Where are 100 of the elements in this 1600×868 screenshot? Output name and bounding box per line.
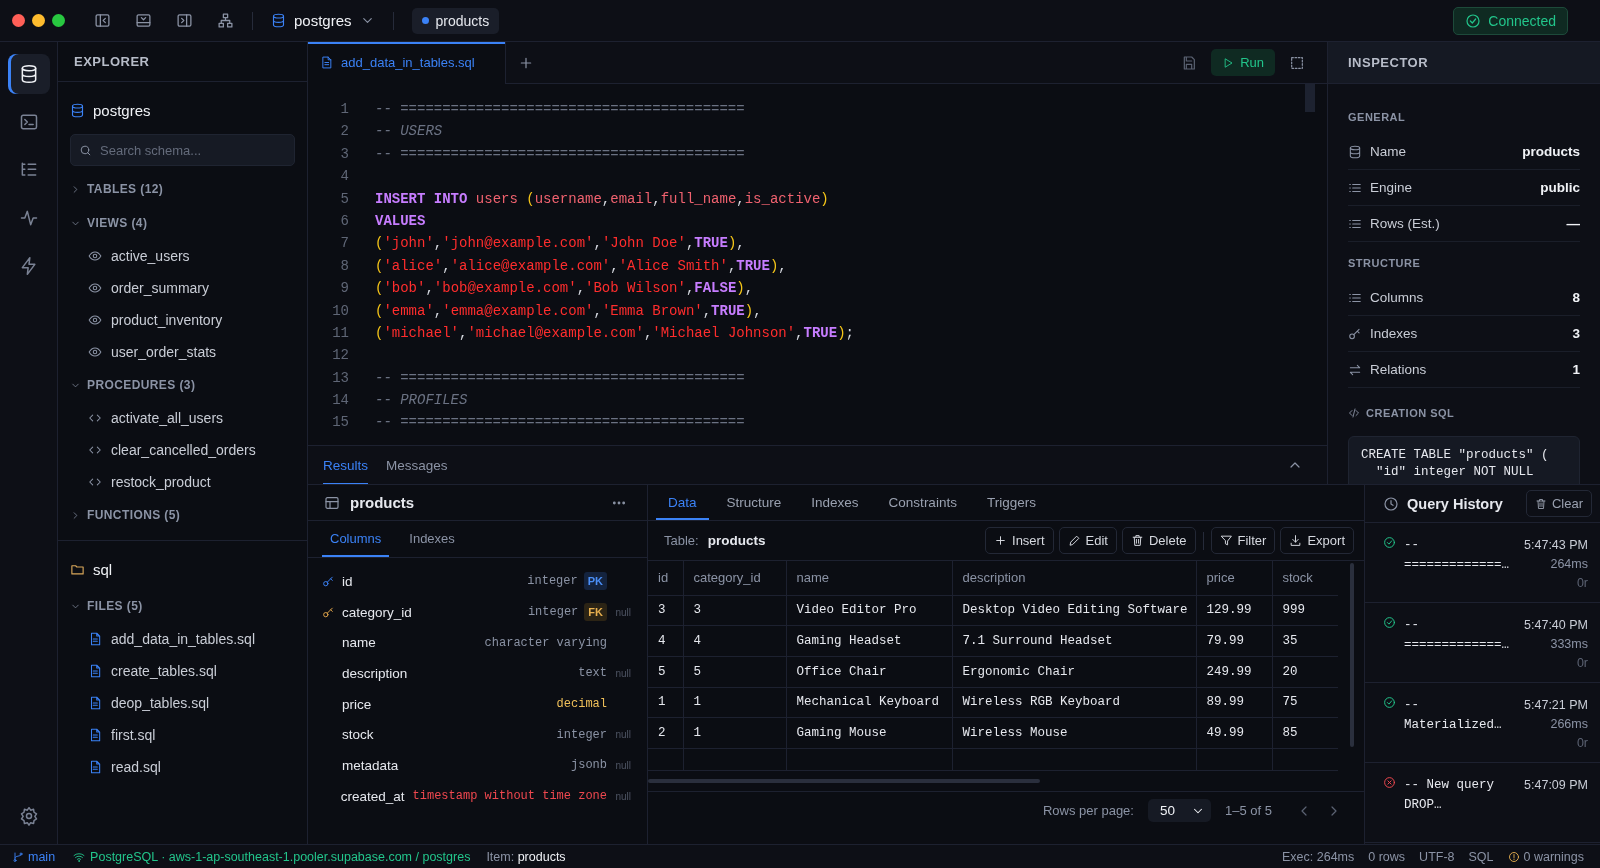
tree-item[interactable]: read.sql (70, 751, 295, 783)
key-badge: FK (584, 603, 607, 622)
database-icon (70, 102, 85, 118)
code-line: INSERT INTO users (username,email,full_name,is_active) (375, 189, 829, 209)
page-range: 1–5 of 5 (1225, 803, 1272, 818)
panel-toggle-icon[interactable] (135, 12, 152, 29)
code-block: CREATE TABLE "products" ( "id" integer NOT NULL (1348, 436, 1580, 484)
column-header[interactable]: description (952, 561, 1196, 595)
tree-item[interactable]: add_data_in_tables.sql (70, 623, 295, 655)
table-cell: 129.99 (1196, 595, 1272, 626)
vertical-scrollbar[interactable] (1350, 563, 1354, 747)
tree-item[interactable]: user_order_stats (70, 336, 295, 368)
delete-button[interactable]: Delete (1121, 527, 1196, 554)
tree-section-header[interactable]: PROCEDURES (3) (70, 368, 295, 402)
tree-item[interactable]: create_tables.sql (70, 655, 295, 687)
export-button[interactable]: Export (1280, 527, 1354, 554)
rows-per-page-select[interactable]: 50 (1147, 799, 1211, 822)
insert-button[interactable]: Insert (985, 527, 1054, 554)
tree-section-header[interactable]: FILES (5) (70, 589, 295, 623)
line-number: 6 (339, 211, 349, 231)
tree-item[interactable]: clear_cancelled_orders (70, 434, 295, 466)
tree-item[interactable]: order_summary (70, 272, 295, 304)
minimize-button[interactable] (32, 14, 45, 27)
column-header[interactable]: price (1196, 561, 1272, 595)
plus-icon (994, 534, 1008, 547)
query-text: DROP… (1404, 797, 1443, 814)
row-count: 0r (1575, 655, 1588, 672)
column-header[interactable]: category_id (683, 561, 786, 595)
search-field[interactable]: Search schema... (70, 134, 295, 166)
history-entry[interactable]: -- Materialized… 5:47:21 PM 266ms 0r (1365, 683, 1600, 763)
sidebar-toggle-icon[interactable] (94, 12, 111, 29)
code-line: ('bob','bob@example.com','Bob Wilson',FALSE), (375, 279, 754, 299)
panel-title: INSPECTOR (1328, 42, 1600, 84)
column-type: integer (556, 727, 607, 742)
layout-icon[interactable] (1289, 54, 1305, 71)
code-line: ('emma','emma@example.com','Emma Brown',TRUE), (375, 301, 762, 321)
edit-button[interactable]: Edit (1058, 527, 1117, 554)
run-button[interactable]: Run (1211, 49, 1275, 76)
data-tab[interactable]: Indexes (799, 485, 871, 520)
close-button[interactable] (12, 14, 25, 27)
editor-tab[interactable]: add_data_in_tables.sql (308, 41, 506, 84)
table-cell: 1 (648, 687, 683, 718)
column-header[interactable]: stock (1272, 561, 1338, 595)
settings-icon[interactable] (18, 806, 39, 826)
column-type: integer (527, 574, 578, 589)
column-header[interactable]: id (648, 561, 683, 595)
history-entry[interactable]: -- New query DROP… 5:47:09 PM (1365, 763, 1600, 843)
panel-tab[interactable]: Indexes (401, 521, 463, 557)
section-heading: CREATION SQL (1366, 406, 1455, 421)
panel-title: Query History (1407, 495, 1503, 512)
code-line: -- ========================================= (375, 100, 745, 119)
sidebar-right-icon[interactable] (176, 12, 193, 29)
clear-button[interactable]: Clear (1525, 490, 1592, 517)
property-value: 8 (1572, 290, 1580, 305)
table-cell: 5 (648, 656, 683, 688)
results-tab[interactable]: Messages (386, 445, 448, 485)
data-tab[interactable]: Triggers (974, 485, 1048, 520)
history-entry[interactable]: -- =============… 5:47:40 PM 333ms 0r (1365, 603, 1600, 683)
hierarchy-icon[interactable] (217, 12, 234, 29)
search-icon (79, 144, 92, 157)
history-entry[interactable]: -- =============… 5:47:43 PM 264ms 0r (1365, 523, 1600, 603)
data-tab[interactable]: Data (656, 485, 709, 520)
maximize-button[interactable] (52, 14, 65, 27)
tree-item[interactable]: activate_all_users (70, 402, 295, 434)
table-cell: Mechanical Keyboard (786, 687, 952, 718)
code-line: -- ========================================= (375, 413, 745, 433)
eye-icon (88, 313, 102, 327)
save-icon[interactable] (1181, 54, 1198, 71)
data-tab[interactable]: Structure (714, 485, 794, 520)
file-icon (320, 56, 333, 69)
results-tab[interactable]: Results (323, 445, 368, 485)
line-number: 13 (331, 368, 349, 388)
table-cell: 999 (1272, 595, 1338, 626)
table-cell: Ergonomic Chair (952, 656, 1196, 688)
nullable-label: null (615, 606, 631, 618)
horizontal-scrollbar[interactable] (648, 779, 1040, 783)
tree-section-header[interactable]: VIEWS (4) (70, 206, 295, 240)
connection-selector[interactable]: postgres (271, 12, 375, 29)
panel-tab[interactable]: Columns (322, 521, 390, 557)
property-value: 1 (1572, 362, 1580, 377)
table-label: Table: (664, 533, 699, 548)
tree-item[interactable]: first.sql (70, 719, 295, 751)
property-value: products (1522, 144, 1580, 159)
column-header[interactable]: name (786, 561, 952, 595)
trash-icon (1130, 534, 1144, 547)
vertical-scrollbar[interactable] (1305, 84, 1315, 112)
column-name: id (342, 573, 353, 589)
tree-item[interactable]: deop_tables.sql (70, 687, 295, 719)
tree-item[interactable]: product_inventory (70, 304, 295, 336)
branch-name[interactable]: main (28, 849, 56, 864)
query-text: -- (1404, 697, 1420, 714)
data-tab[interactable]: Constraints (876, 485, 969, 520)
filter-button[interactable]: Filter (1210, 527, 1276, 554)
open-tab[interactable]: products (411, 7, 500, 34)
code-line: VALUES (375, 211, 426, 231)
tree-section-header[interactable]: TABLES (12) (70, 172, 295, 206)
activity-bar-item[interactable] (7, 54, 50, 94)
tree-item[interactable]: active_users (70, 240, 295, 272)
tree-section-header[interactable]: FUNCTIONS (5) (70, 498, 295, 532)
tree-item[interactable]: restock_product (70, 466, 295, 498)
